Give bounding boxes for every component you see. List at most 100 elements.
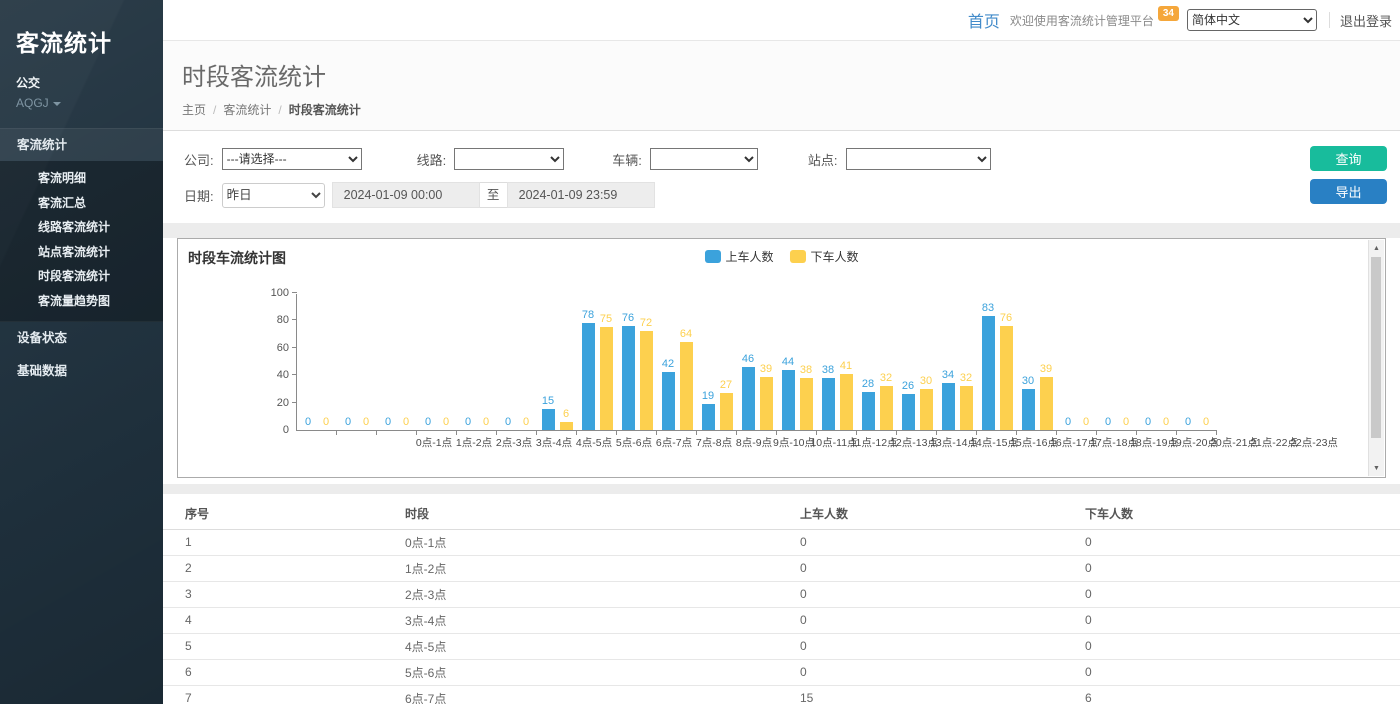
chart-title: 时段车流统计图 [188, 250, 286, 266]
bar-value-label: 0 [1203, 416, 1209, 428]
bar-value-label: 39 [1040, 363, 1052, 375]
language-select[interactable]: 简体中文 [1187, 9, 1317, 31]
sidebar-item-线路客流统计[interactable]: 线路客流统计 [0, 215, 163, 240]
sidebar-section-客流统计[interactable]: 客流统计 [0, 128, 163, 161]
bar-value-label: 39 [760, 363, 772, 375]
bar-value-label: 0 [483, 416, 489, 428]
table-cell: 0 [778, 633, 1063, 659]
bar-column: 0 [360, 416, 373, 430]
bar-value-label: 64 [680, 328, 692, 340]
bar-column: 0 [382, 416, 395, 430]
bar-column: 46 [742, 353, 755, 430]
bar-value-label: 0 [443, 416, 449, 428]
bar-group: 00 [457, 294, 497, 430]
company-select[interactable]: ---请选择--- [222, 148, 362, 170]
breadcrumb-item[interactable]: 主页 [182, 103, 206, 117]
table-cell: 0 [1063, 633, 1400, 659]
logout-link[interactable]: 退出登录 [1340, 11, 1392, 30]
bar-column: 38 [822, 364, 835, 430]
table-cell: 6 [1063, 685, 1400, 704]
filter-row-selects: 公司: ---请选择--- 线路: 车辆: 站点: [184, 148, 1387, 170]
date-end-input[interactable]: 2024-01-09 23:59 [507, 182, 655, 208]
legend-item[interactable]: 下车人数 [790, 248, 859, 265]
table-cell: 6点-7点 [383, 685, 778, 704]
bar-value-label: 38 [800, 364, 812, 376]
bar-value-label: 38 [822, 364, 834, 376]
chart-scrollbar[interactable]: ▲ ▼ [1368, 240, 1384, 476]
hourly-stats-table: 序号时段上车人数下车人数 10点-1点0021点-2点0032点-3点0043点… [163, 498, 1400, 704]
x-axis-label: 21点-22点 [1254, 435, 1294, 450]
legend-item[interactable]: 上车人数 [704, 248, 773, 265]
vehicle-select[interactable] [650, 148, 758, 170]
bar-group: 46 39 [737, 294, 777, 430]
bar-value-label: 72 [640, 317, 652, 329]
bar-column: 0 [1102, 416, 1115, 430]
table-row: 10点-1点00 [163, 529, 1400, 555]
breadcrumb: 主页/客流统计/时段客流统计 [182, 101, 1400, 118]
org-code-dropdown[interactable]: AQGJ [16, 96, 147, 110]
bar-value-label: 30 [1022, 375, 1034, 387]
table-row: 43点-4点00 [163, 607, 1400, 633]
bar-column: 0 [422, 416, 435, 430]
bar-column: 39 [760, 363, 773, 430]
x-axis-label: 1点-2点 [454, 435, 494, 450]
bar-column: 75 [600, 313, 613, 430]
sidebar-submenu: 客流明细客流汇总线路客流统计站点客流统计时段客流统计客流量趋势图 [0, 161, 163, 322]
bar-group: 4264 [657, 294, 697, 430]
bar-column: 0 [1182, 416, 1195, 430]
chart-plot: 0204060801000000000000001567875767242641… [296, 294, 1216, 431]
table-cell: 4点-5点 [383, 633, 778, 659]
breadcrumb-item[interactable]: 客流统计 [223, 103, 271, 117]
bar-column: 0 [520, 416, 533, 430]
date-preset-select[interactable]: 昨日 [222, 183, 325, 208]
bar-value-label: 30 [920, 375, 932, 387]
sidebar-section-基础数据[interactable]: 基础数据 [0, 355, 163, 388]
bar-value-label: 34 [942, 369, 954, 381]
date-start-input[interactable]: 2024-01-09 00:00 [332, 182, 480, 208]
bar-column: 32 [960, 372, 973, 430]
legend-swatch-icon [704, 250, 720, 263]
notification-badge[interactable]: 34 [1158, 6, 1179, 21]
bar-column: 0 [320, 416, 333, 430]
x-axis-label: 4点-5点 [574, 435, 614, 450]
sidebar-item-站点客流统计[interactable]: 站点客流统计 [0, 240, 163, 265]
table-cell: 15 [778, 685, 1063, 704]
bar-value-label: 0 [403, 416, 409, 428]
table-row: 65点-6点00 [163, 659, 1400, 685]
bar [742, 367, 755, 430]
export-button[interactable]: 导出 [1310, 179, 1387, 204]
bar-column: 15 [542, 395, 555, 430]
bar-group: 00 [1057, 294, 1097, 430]
sidebar-section-设备状态[interactable]: 设备状态 [0, 322, 163, 355]
bar-group: 3841 [817, 294, 857, 430]
bar-group: 00 [417, 294, 457, 430]
navbar-divider [1329, 12, 1330, 28]
scrollbar-up-icon[interactable]: ▲ [1369, 240, 1384, 256]
org-code-label: AQGJ [16, 96, 49, 110]
bar [920, 389, 933, 430]
x-axis-label: 19点-20点 [1174, 435, 1214, 450]
bar [840, 374, 853, 430]
sidebar-item-时段客流统计[interactable]: 时段客流统计 [0, 264, 163, 289]
query-button[interactable]: 查询 [1310, 146, 1387, 171]
x-axis-label: 8点-9点 [734, 435, 774, 450]
table-cell: 0 [1063, 555, 1400, 581]
table-cell: 0 [1063, 607, 1400, 633]
bar-value-label: 0 [1065, 416, 1071, 428]
sidebar-item-客流汇总[interactable]: 客流汇总 [0, 191, 163, 216]
station-select[interactable] [846, 148, 991, 170]
sidebar-item-客流量趋势图[interactable]: 客流量趋势图 [0, 289, 163, 314]
table-cell: 0 [778, 659, 1063, 685]
scrollbar-down-icon[interactable]: ▼ [1369, 460, 1384, 476]
bar-column: 0 [342, 416, 355, 430]
home-link[interactable]: 首页 [968, 8, 1000, 32]
chart-header: 时段车流统计图 上车人数下车人数 [178, 239, 1385, 271]
sidebar-item-客流明细[interactable]: 客流明细 [0, 166, 163, 191]
bar-group: 00 [1177, 294, 1217, 430]
x-axis-label: 13点-14点 [934, 435, 974, 450]
scrollbar-thumb[interactable] [1371, 257, 1381, 438]
bar-column: 6 [560, 408, 573, 430]
line-select[interactable] [454, 148, 564, 170]
bar-value-label: 32 [880, 372, 892, 384]
bar [942, 383, 955, 430]
